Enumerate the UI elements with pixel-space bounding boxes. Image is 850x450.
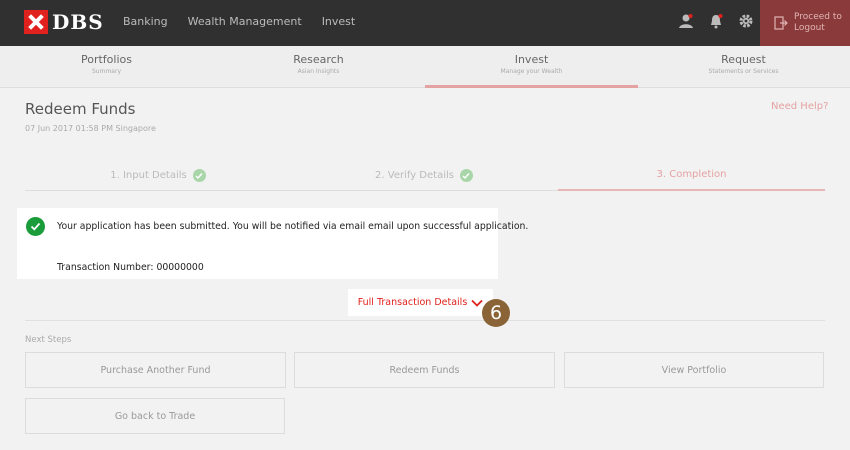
nav-invest[interactable]: Invest: [322, 15, 356, 28]
logout-label: Proceed to Logout: [794, 12, 842, 33]
tab-request[interactable]: Request Statements or Services: [637, 46, 850, 88]
main-nav: Banking Wealth Management Invest: [123, 15, 355, 28]
header-icons: [678, 13, 754, 29]
need-help-link[interactable]: Need Help?: [771, 101, 828, 112]
page-timestamp: 07 Jun 2017 01:58 PM Singapore: [25, 124, 156, 133]
next-steps-heading: Next Steps: [25, 335, 72, 345]
redeem-funds-button[interactable]: Redeem Funds: [294, 352, 555, 388]
tab-portfolios[interactable]: Portfolios Summary: [0, 46, 213, 88]
success-message: Your application has been submitted. You…: [57, 221, 529, 232]
progress-steps: 1. Input Details 2. Verify Details 3. Co…: [25, 160, 825, 191]
section-divider: [25, 320, 825, 321]
purchase-another-fund-button[interactable]: Purchase Another Fund: [25, 352, 286, 388]
success-check-icon: [26, 217, 45, 236]
step-complete-icon: [459, 169, 473, 182]
dbs-logo[interactable]: DBS: [24, 10, 104, 34]
nav-banking[interactable]: Banking: [123, 15, 168, 28]
view-portfolio-button[interactable]: View Portfolio: [564, 352, 824, 388]
success-notice: Your application has been submitted. You…: [17, 208, 528, 279]
callout-badge: 6: [482, 299, 510, 327]
brand-name: DBS: [52, 10, 104, 34]
transaction-number: Transaction Number: 00000000: [57, 262, 204, 273]
step-completion: 3. Completion: [558, 160, 825, 191]
tab-research[interactable]: Research Asian Insights: [212, 46, 425, 88]
profile-icon[interactable]: [678, 13, 694, 29]
full-transaction-details-toggle[interactable]: Full Transaction Details: [348, 289, 493, 316]
page-title: Redeem Funds: [25, 100, 136, 118]
go-back-to-trade-button[interactable]: Go back to Trade: [25, 398, 285, 434]
dbs-logo-icon: [24, 10, 48, 34]
top-bar: DBS Banking Wealth Management Invest Pro…: [0, 0, 850, 46]
step-complete-icon: [192, 169, 206, 182]
gear-icon[interactable]: [738, 13, 754, 29]
nav-wealth-management[interactable]: Wealth Management: [188, 15, 302, 28]
logout-button[interactable]: Proceed to Logout: [760, 0, 850, 46]
step-verify-details: 2. Verify Details: [291, 160, 557, 191]
section-tabs: Portfolios Summary Research Asian Insigh…: [0, 46, 850, 88]
bell-icon[interactable]: [708, 13, 724, 29]
logout-icon: [774, 16, 788, 30]
chevron-down-icon: [471, 299, 483, 307]
tab-invest[interactable]: Invest Manage your Wealth: [425, 46, 638, 88]
step-input-details: 1. Input Details: [25, 160, 291, 191]
